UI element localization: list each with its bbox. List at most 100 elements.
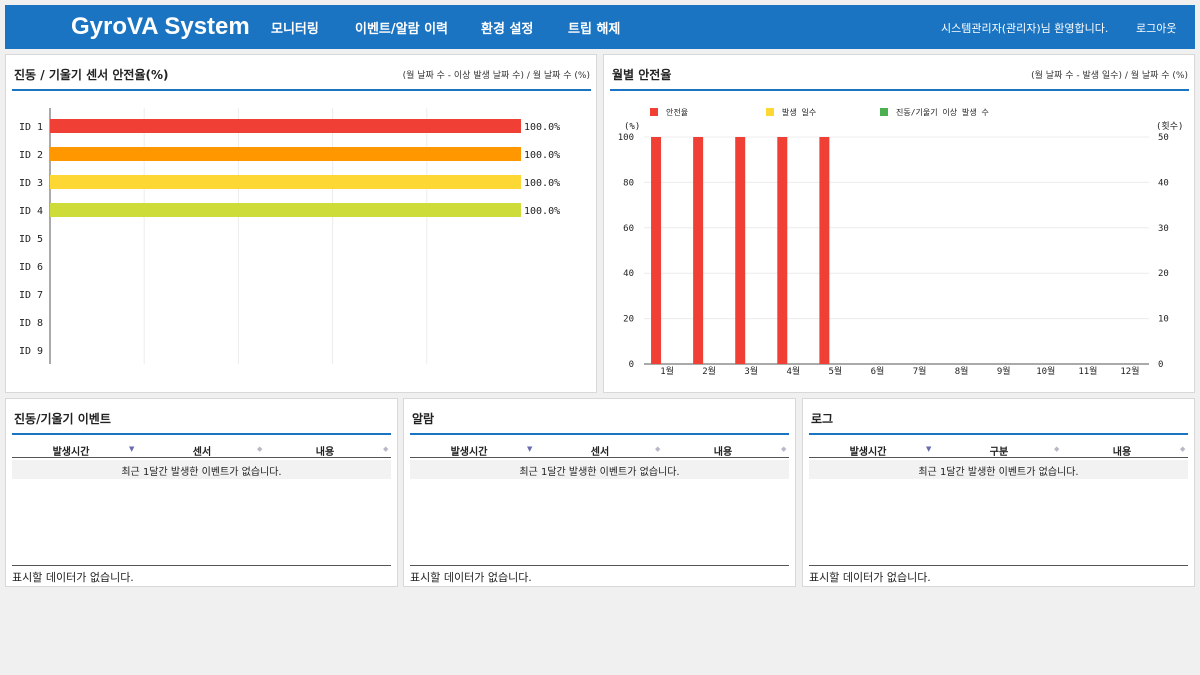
sort-desc-icon[interactable]: ▼	[926, 445, 931, 453]
column-header-type[interactable]: 구분	[935, 443, 1063, 458]
bar	[819, 137, 830, 364]
nav-trip-release[interactable]: 트립 해제	[568, 18, 620, 37]
column-header-time[interactable]: 발생시간	[809, 443, 927, 458]
monthly-safety-chart: 안전율 발생 일수 진동/기울기 이상 발생 수 (%) (횟수) 0 0 20 10 40 20 6…	[618, 107, 1184, 377]
top-nav-bar: GyroVA System 모니터링 이벤트/알람 이력 환경 설정 트립 해제…	[5, 5, 1195, 49]
category-label: ID 6	[19, 262, 43, 273]
sort-icon[interactable]: ◆	[781, 445, 786, 453]
left-tick-label: 40	[623, 269, 634, 279]
column-header-content[interactable]: 내용	[1063, 443, 1181, 458]
bar-value-label: 100.0%	[524, 122, 560, 133]
sort-icon[interactable]: ◆	[383, 445, 388, 453]
sort-icon[interactable]: ◆	[257, 445, 262, 453]
left-tick-label: 0	[629, 360, 634, 370]
legend-swatch	[650, 108, 658, 116]
right-tick-label: 0	[1158, 360, 1163, 370]
bar-value-label: 100.0%	[524, 178, 560, 189]
column-header-content[interactable]: 내용	[664, 443, 782, 458]
vibration-event-panel: 진동/기울기 이벤트 발생시간 ▼ 센서 ◆ 내용 ◆ 최근 1달간 발생한 이…	[5, 398, 398, 587]
sort-desc-icon[interactable]: ▼	[129, 445, 134, 453]
category-label: ID 5	[19, 234, 43, 245]
legend-label: 안전율	[666, 107, 688, 117]
bar	[50, 175, 521, 189]
bar-value-label: 100.0%	[524, 206, 560, 217]
logout-link[interactable]: 로그아웃	[1136, 20, 1176, 36]
panel-divider	[610, 89, 1189, 91]
table-header-row: 발생시간 ▼ 센서 ◆ 내용 ◆	[410, 440, 789, 458]
table-footer-divider	[809, 565, 1188, 566]
empty-table-message: 최근 1달간 발생한 이벤트가 없습니다.	[410, 460, 789, 479]
legend-label: 진동/기울기 이상 발생 수	[896, 107, 989, 117]
sensor-safety-panel: 진동 / 기울기 센서 안전율(%) (월 날짜 수 - 이상 발생 날짜 수)…	[5, 54, 597, 393]
sort-icon[interactable]: ◆	[655, 445, 660, 453]
panel-formula-note: (월 날짜 수 - 이상 발생 날짜 수) / 월 날짜 수 (%)	[402, 71, 590, 81]
panel-divider	[410, 433, 789, 435]
bar	[777, 137, 788, 364]
table-footer-text: 표시할 데이터가 없습니다.	[12, 571, 134, 584]
left-tick-label: 80	[623, 178, 634, 188]
month-label: 7월	[913, 365, 927, 377]
bar	[50, 203, 521, 217]
sort-icon[interactable]: ◆	[1180, 445, 1185, 453]
panel-divider	[12, 433, 391, 435]
empty-table-message: 최근 1달간 발생한 이벤트가 없습니다.	[809, 460, 1188, 479]
log-panel: 로그 발생시간 ▼ 구분 ◆ 내용 ◆ 최근 1달간 발생한 이벤트가 없습니다…	[802, 398, 1195, 587]
bar	[50, 147, 521, 161]
nav-monitoring[interactable]: 모니터링	[271, 18, 319, 37]
category-label: ID 8	[19, 318, 43, 329]
right-axis-unit: (횟수)	[1156, 120, 1183, 132]
empty-table-message: 최근 1달간 발생한 이벤트가 없습니다.	[12, 460, 391, 479]
right-tick-label: 20	[1158, 269, 1169, 279]
category-label: ID 2	[19, 150, 43, 161]
category-label: ID 3	[19, 178, 43, 189]
nav-settings[interactable]: 환경 설정	[481, 18, 533, 37]
month-label: 12월	[1120, 365, 1139, 377]
column-header-sensor[interactable]: 센서	[138, 443, 266, 458]
panel-title: 월별 안전율	[612, 68, 672, 82]
right-tick-label: 50	[1158, 133, 1169, 143]
month-label: 3월	[744, 365, 758, 377]
table-header-row: 발생시간 ▼ 센서 ◆ 내용 ◆	[12, 440, 391, 458]
sort-desc-icon[interactable]: ▼	[527, 445, 532, 453]
left-axis-unit: (%)	[624, 122, 640, 132]
left-tick-label: 20	[623, 315, 634, 325]
table-footer-text: 표시할 데이터가 없습니다.	[809, 571, 931, 584]
table-footer-text: 표시할 데이터가 없습니다.	[410, 571, 532, 584]
table-footer-divider	[12, 565, 391, 566]
category-label: ID 7	[19, 290, 43, 301]
nav-event-alarm-history[interactable]: 이벤트/알람 이력	[355, 18, 448, 37]
legend-swatch	[880, 108, 888, 116]
month-label: 11월	[1078, 365, 1097, 377]
table-header-row: 발생시간 ▼ 구분 ◆ 내용 ◆	[809, 440, 1188, 458]
panel-title: 진동 / 기울기 센서 안전율(%)	[14, 68, 169, 82]
panel-title: 진동/기울기 이벤트	[14, 412, 111, 426]
bar	[735, 137, 746, 364]
left-tick-label: 100	[618, 133, 634, 143]
sort-icon[interactable]: ◆	[1054, 445, 1059, 453]
month-label: 5월	[829, 365, 843, 377]
panel-title: 알람	[412, 412, 435, 426]
month-label: 1월	[660, 365, 674, 377]
category-label: ID 9	[19, 346, 43, 357]
month-label: 9월	[997, 365, 1011, 377]
category-label: ID 4	[19, 206, 43, 217]
panel-formula-note: (월 날짜 수 - 발생 일수) / 월 날짜 수 (%)	[1031, 71, 1188, 81]
column-header-time[interactable]: 발생시간	[410, 443, 528, 458]
brand-logo[interactable]: GyroVA System	[71, 13, 250, 41]
left-tick-label: 60	[623, 224, 634, 234]
month-label: 4월	[786, 365, 800, 377]
table-footer-divider	[410, 565, 789, 566]
right-tick-label: 10	[1158, 315, 1169, 325]
column-header-sensor[interactable]: 센서	[536, 443, 664, 458]
column-header-content[interactable]: 내용	[266, 443, 384, 458]
legend-label: 발생 일수	[782, 107, 816, 117]
panel-divider	[12, 89, 591, 91]
legend-swatch	[766, 108, 774, 116]
category-label: ID 1	[19, 122, 43, 133]
bar-value-label: 100.0%	[524, 150, 560, 161]
right-tick-label: 40	[1158, 178, 1169, 188]
welcome-text: 시스템관리자(관리자)님 환영합니다.	[941, 22, 1109, 35]
bar	[693, 137, 704, 364]
column-header-time[interactable]: 발생시간	[12, 443, 130, 458]
month-label: 10월	[1036, 365, 1055, 377]
